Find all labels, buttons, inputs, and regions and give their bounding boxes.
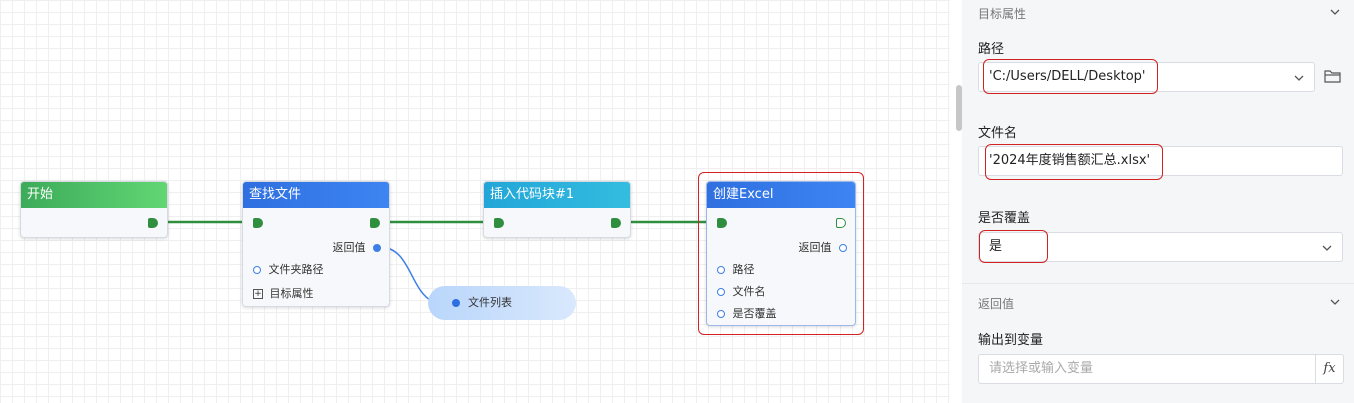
- node-find-files-title: 查找文件: [243, 182, 389, 208]
- section-divider: [962, 283, 1354, 284]
- path-label: 路径: [978, 42, 1005, 57]
- filename-highlight: [985, 144, 1163, 180]
- overwrite-label: 是否覆盖: [978, 211, 1031, 226]
- section-return-title: 返回值: [978, 297, 1015, 311]
- param-overwrite: 是否覆盖: [717, 306, 777, 322]
- target-attr-toggle[interactable]: + 目标属性: [253, 286, 314, 302]
- return-value-port[interactable]: [839, 244, 847, 252]
- param-folder-path: 文件夹路径: [253, 262, 324, 278]
- return-value-row: 返回值: [798, 240, 847, 256]
- param-path-label: 路径: [732, 263, 755, 276]
- output-var-input[interactable]: 请选择或输入变量 fx: [978, 354, 1344, 384]
- return-value-row: 返回值: [332, 240, 381, 256]
- filename-label: 文件名: [978, 126, 1018, 141]
- properties-panel: 目标属性 路径 'C:/Users/DELL/Desktop' 文件名 '202…: [962, 0, 1354, 403]
- flow-canvas[interactable]: 开始 查找文件 返回值 文件夹路径 + 目标属性 文件列表 插入代码块#1 创建…: [0, 0, 962, 403]
- flow-in-port[interactable]: [494, 218, 504, 228]
- target-attr-label: 目标属性: [269, 287, 314, 300]
- chevron-down-icon[interactable]: [1330, 7, 1340, 17]
- param-input-port[interactable]: [717, 288, 725, 296]
- expand-icon[interactable]: +: [253, 289, 263, 299]
- param-filename-label: 文件名: [732, 285, 766, 298]
- node-insert-code-title: 插入代码块#1: [484, 182, 630, 208]
- flow-out-port[interactable]: [370, 218, 380, 228]
- node-start[interactable]: 开始: [20, 181, 168, 238]
- node-find-files[interactable]: 查找文件 返回值 文件夹路径 + 目标属性: [242, 181, 390, 307]
- flow-in-port[interactable]: [253, 218, 263, 228]
- return-value-label: 返回值: [332, 241, 366, 254]
- node-create-excel[interactable]: 创建Excel 返回值 路径 文件名 是否覆盖: [706, 181, 856, 326]
- flow-out-port[interactable]: [611, 218, 621, 228]
- return-value-label: 返回值: [798, 241, 832, 254]
- node-start-title: 开始: [21, 182, 167, 208]
- variable-port[interactable]: [452, 299, 460, 307]
- flow-in-port[interactable]: [717, 218, 727, 228]
- canvas-scrollbar-track: [950, 0, 962, 403]
- chevron-down-icon[interactable]: [1330, 297, 1340, 307]
- output-var-label: 输出到变量: [978, 333, 1044, 348]
- return-value-port[interactable]: [373, 244, 381, 252]
- param-overwrite-label: 是否覆盖: [732, 307, 777, 320]
- output-var-placeholder: 请选择或输入变量: [989, 361, 1094, 376]
- param-input-port[interactable]: [253, 266, 261, 274]
- param-input-port[interactable]: [717, 310, 725, 318]
- flow-out-port[interactable]: [836, 218, 846, 228]
- param-input-port[interactable]: [717, 266, 725, 274]
- folder-icon[interactable]: [1324, 69, 1341, 83]
- param-filename: 文件名: [717, 284, 766, 300]
- param-folder-path-label: 文件夹路径: [268, 263, 324, 276]
- chevron-down-icon[interactable]: [1322, 243, 1332, 253]
- section-target-attrs-title: 目标属性: [978, 7, 1027, 21]
- node-insert-code[interactable]: 插入代码块#1: [483, 181, 631, 238]
- path-highlight: [983, 59, 1158, 94]
- fx-button[interactable]: fx: [1315, 355, 1343, 383]
- node-create-excel-title: 创建Excel: [707, 182, 855, 208]
- flow-out-port[interactable]: [148, 218, 158, 228]
- variable-label: 文件列表: [468, 296, 512, 309]
- param-path: 路径: [717, 262, 755, 278]
- chevron-down-icon[interactable]: [1294, 73, 1304, 83]
- variable-node-file-list[interactable]: 文件列表: [428, 286, 576, 320]
- overwrite-highlight: [979, 230, 1048, 263]
